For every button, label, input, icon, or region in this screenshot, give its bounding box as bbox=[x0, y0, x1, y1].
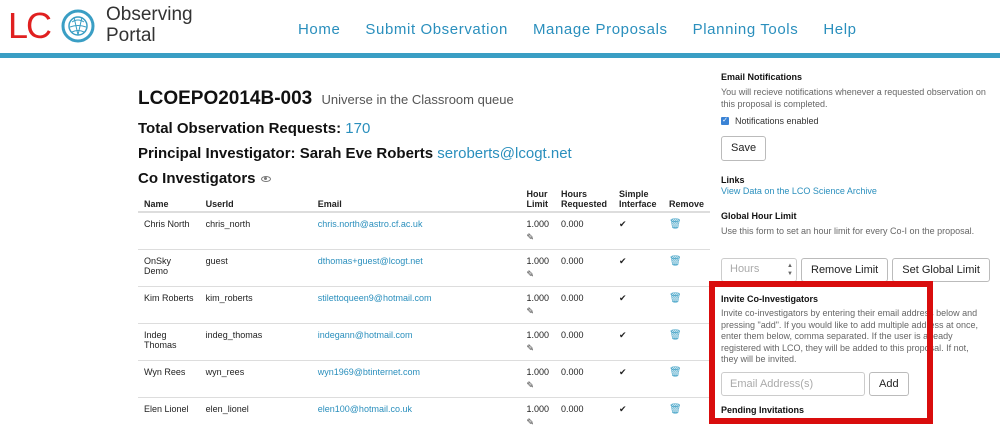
notifications-title: Email Notifications bbox=[721, 72, 803, 82]
proposal-subtitle: Universe in the Classroom queue bbox=[321, 92, 514, 107]
col-email: Email bbox=[311, 183, 521, 213]
col-userid: UserId bbox=[199, 183, 312, 213]
trash-icon[interactable]: 🗑 bbox=[662, 359, 710, 397]
table-row: OnSky Demo guest dthomas+guest@lcogt.net… bbox=[138, 248, 710, 286]
check-icon: ✔ bbox=[613, 285, 663, 323]
nav-links: Home Submit Observation Manage Proposals… bbox=[298, 21, 882, 38]
pencil-icon[interactable]: ✎ bbox=[527, 417, 537, 427]
eye-icon[interactable] bbox=[260, 175, 271, 182]
email-link[interactable]: dthomas+guest@lcogt.net bbox=[311, 248, 521, 286]
table-row: Kim Roberts kim_roberts stilettoqueen9@h… bbox=[138, 285, 710, 323]
global-hour-limit-desc: Use this form to set an hour limit for e… bbox=[721, 226, 975, 236]
email-link[interactable]: chris.north@astro.cf.ac.uk bbox=[311, 211, 521, 249]
pencil-icon[interactable]: ✎ bbox=[527, 269, 537, 279]
top-navbar: LC Observing Portal Home Submit Observat… bbox=[0, 0, 1000, 56]
table-row: Indeg Thomas indeg_thomas indegann@hotma… bbox=[138, 322, 710, 360]
sidebar: Email Notifications You will recieve not… bbox=[721, 72, 991, 415]
table-row: Wyn Rees wyn_rees wyn1969@btinternet.com… bbox=[138, 359, 710, 397]
nav-planning-tools[interactable]: Planning Tools bbox=[693, 21, 799, 38]
nav-help[interactable]: Help bbox=[823, 21, 856, 38]
check-icon: ✔ bbox=[613, 211, 663, 249]
set-global-limit-button[interactable]: Set Global Limit bbox=[892, 258, 990, 282]
remove-limit-button[interactable]: Remove Limit bbox=[801, 258, 889, 282]
check-icon: ✔ bbox=[613, 322, 663, 360]
trash-icon[interactable]: 🗑 bbox=[662, 211, 710, 249]
proposal-id: LCOEPO2014B-003 bbox=[138, 88, 313, 109]
nav-submit-observation[interactable]: Submit Observation bbox=[365, 21, 508, 38]
email-link[interactable]: indegann@hotmail.com bbox=[311, 322, 521, 360]
notifications-desc: You will recieve notifications whenever … bbox=[721, 87, 986, 109]
nav-manage-proposals[interactable]: Manage Proposals bbox=[533, 21, 668, 38]
hours-input[interactable]: Hours ▲ ▼ bbox=[721, 258, 797, 282]
pencil-icon[interactable]: ✎ bbox=[527, 343, 537, 353]
col-remove: Remove bbox=[662, 183, 710, 213]
pi-email-link[interactable]: seroberts@lcogt.net bbox=[437, 145, 571, 162]
global-hour-limit-form: Hours ▲ ▼ Remove Limit Set Global Limit bbox=[721, 258, 990, 282]
science-archive-link[interactable]: View Data on the LCO Science Archive bbox=[721, 186, 991, 196]
logo-mark: LC bbox=[8, 5, 52, 46]
check-icon: ✔ bbox=[613, 248, 663, 286]
email-link[interactable]: wyn1969@btinternet.com bbox=[311, 359, 521, 397]
links-title: Links bbox=[721, 175, 745, 185]
email-link[interactable]: stilettoqueen9@hotmail.com bbox=[311, 285, 521, 323]
total-requests: Total Observation Requests: 170 bbox=[138, 120, 371, 137]
table-row: Elen Lionel elen_lionel elen100@hotmail.… bbox=[138, 396, 710, 434]
checkbox-checked-icon[interactable]: ✓ bbox=[721, 117, 729, 125]
trash-icon[interactable]: 🗑 bbox=[662, 396, 710, 434]
save-button[interactable]: Save bbox=[721, 136, 767, 161]
coi-table: Name UserId Email Hour Limit Hours Reque… bbox=[138, 183, 710, 434]
col-hours-requested: Hours Requested bbox=[555, 183, 614, 213]
col-name: Name bbox=[138, 183, 200, 213]
table-header: Name UserId Email Hour Limit Hours Reque… bbox=[138, 183, 710, 213]
notifications-checkbox[interactable]: ✓ Notifications enabled bbox=[721, 116, 991, 126]
pencil-icon[interactable]: ✎ bbox=[527, 306, 537, 316]
trash-icon[interactable]: 🗑 bbox=[662, 285, 710, 323]
navbar-divider bbox=[0, 53, 1000, 58]
highlight-box bbox=[709, 281, 933, 424]
logo-text: Observing Portal bbox=[106, 4, 193, 46]
total-requests-link[interactable]: 170 bbox=[345, 120, 370, 137]
table-row: Chris North chris_north chris.north@astr… bbox=[138, 211, 710, 249]
stepper-icon[interactable]: ▲ ▼ bbox=[787, 262, 793, 278]
global-hour-limit-title: Global Hour Limit bbox=[721, 211, 797, 221]
nav-home[interactable]: Home bbox=[298, 21, 340, 38]
proposal-header: LCOEPO2014B-003 Universe in the Classroo… bbox=[138, 88, 708, 187]
email-link[interactable]: elen100@hotmail.co.uk bbox=[311, 396, 521, 434]
trash-icon[interactable]: 🗑 bbox=[662, 248, 710, 286]
globe-icon bbox=[61, 9, 95, 43]
check-icon: ✔ bbox=[613, 359, 663, 397]
trash-icon[interactable]: 🗑 bbox=[662, 322, 710, 360]
pencil-icon[interactable]: ✎ bbox=[527, 380, 537, 390]
check-icon: ✔ bbox=[613, 396, 663, 434]
lco-logo[interactable]: LC Observing Portal bbox=[8, 4, 238, 50]
col-simple-interface: Simple Interface bbox=[613, 183, 663, 213]
col-hour-limit: Hour Limit bbox=[520, 183, 556, 213]
pencil-icon[interactable]: ✎ bbox=[527, 232, 537, 242]
principal-investigator: Principal Investigator: Sarah Eve Robert… bbox=[138, 145, 572, 162]
page-title: LCOEPO2014B-003 Universe in the Classroo… bbox=[138, 88, 708, 110]
